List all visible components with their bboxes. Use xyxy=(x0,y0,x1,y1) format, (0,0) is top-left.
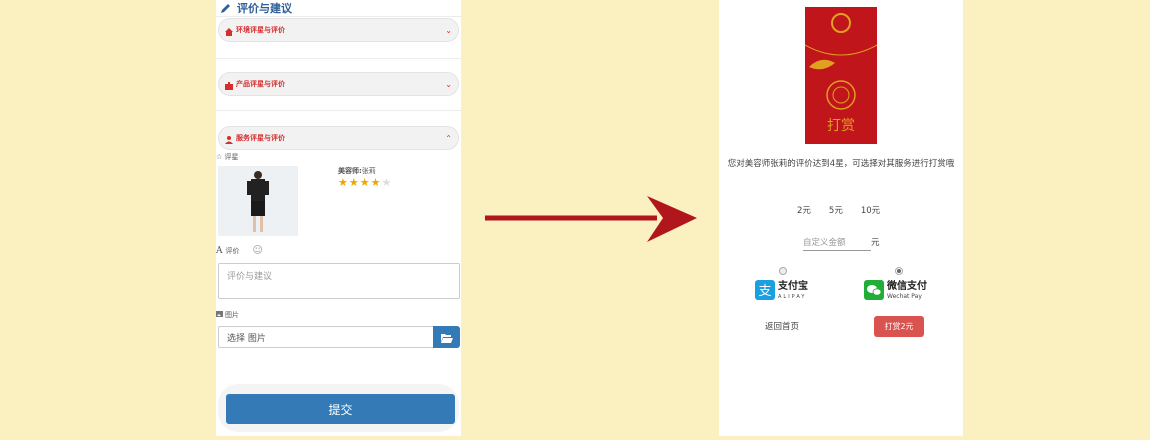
accordion-product[interactable]: 产品评星与评价 ⌄ xyxy=(218,72,459,96)
pencil-icon xyxy=(220,0,231,18)
accordion-label: 服务评星与评价 xyxy=(236,134,285,142)
folder-open-icon xyxy=(440,328,453,347)
divider xyxy=(216,110,461,111)
back-home-link[interactable]: 返回首页 xyxy=(765,320,799,332)
wechat-pay-icon xyxy=(864,280,884,304)
alipay-text: 支付宝 ALIPAY xyxy=(778,282,808,302)
smiley-icon[interactable]: ☺ xyxy=(253,245,263,256)
star-icon[interactable]: ★ xyxy=(338,177,348,188)
flow-arrow-icon xyxy=(485,196,697,248)
beautician-photo xyxy=(218,166,298,236)
red-envelope: 打赏 xyxy=(805,7,877,144)
alipay-icon: 支 xyxy=(755,280,775,304)
star-icon[interactable]: ★ xyxy=(382,177,392,188)
wechat-pay-option[interactable]: 微信支付 Wechat Pay xyxy=(864,280,927,304)
image-label-row: 图片 xyxy=(216,310,239,320)
form-title: 评价与建议 xyxy=(237,2,292,15)
beautician-prefix: 美容师: xyxy=(338,167,362,175)
alipay-option[interactable]: 支 支付宝 ALIPAY xyxy=(755,280,808,304)
wechat-sub: Wechat Pay xyxy=(887,293,922,300)
alipay-radio[interactable] xyxy=(779,267,787,275)
divider xyxy=(216,58,461,59)
amount-option[interactable]: 10元 xyxy=(861,204,880,216)
submit-button[interactable]: 提交 xyxy=(226,394,455,424)
svg-text:支: 支 xyxy=(758,284,771,299)
chevron-down-icon: ⌄ xyxy=(445,79,452,89)
home-icon xyxy=(225,21,233,40)
accordion-environment[interactable]: 环境评星与评价 ⌄ xyxy=(218,18,459,42)
amount-option[interactable]: 5元 xyxy=(829,204,843,216)
comment-label: 评价 xyxy=(225,246,240,255)
alipay-name: 支付宝 xyxy=(778,281,808,292)
accordion-service[interactable]: 服务评星与评价 ⌃ xyxy=(218,126,459,150)
wechat-radio[interactable] xyxy=(895,267,903,275)
submit-container: 提交 xyxy=(218,384,459,432)
custom-amount-input[interactable]: 自定义金额 xyxy=(803,236,871,251)
accordion-label: 产品评星与评价 xyxy=(236,80,285,88)
star-icon[interactable]: ★ xyxy=(371,177,381,188)
accordion-label: 环境评星与评价 xyxy=(236,26,285,34)
envelope-text: 打赏 xyxy=(827,118,855,134)
star-rating[interactable]: ★ ★ ★ ★ ★ xyxy=(338,177,391,188)
wechat-text: 微信支付 Wechat Pay xyxy=(887,282,927,302)
chevron-up-icon: ⌃ xyxy=(445,133,452,143)
file-input[interactable]: 选择 图片 xyxy=(218,326,433,348)
user-icon xyxy=(225,129,233,148)
form-header: 评价与建议 xyxy=(220,0,292,16)
amount-option[interactable]: 2元 xyxy=(797,204,811,216)
chevron-down-icon: ⌄ xyxy=(445,25,452,35)
amount-options: 2元 5元 10元 xyxy=(797,204,880,216)
image-label: 图片 xyxy=(225,311,239,319)
image-icon xyxy=(216,311,223,319)
wechat-name: 微信支付 xyxy=(887,281,927,292)
tip-message: 您对美容师张莉的评价达到4星，可选择对其服务进行打赏哦 xyxy=(727,159,955,169)
text-icon: A xyxy=(216,245,223,256)
star-icon[interactable]: ★ xyxy=(360,177,370,188)
browse-button[interactable] xyxy=(433,326,460,348)
comment-textarea[interactable]: 评价与建议 xyxy=(218,263,460,299)
rating-label: ☆ 评星 xyxy=(216,153,239,161)
radio-dot xyxy=(897,269,901,273)
currency-unit: 元 xyxy=(871,238,880,248)
rating-form-screen: 评价与建议 环境评星与评价 ⌄ 产品评星与评价 ⌄ 服务评星与评价 ⌃ ☆ 评星… xyxy=(216,0,461,436)
divider xyxy=(216,16,461,17)
comment-label-row: A 评价 ☺ xyxy=(216,245,263,256)
tip-button[interactable]: 打赏2元 xyxy=(874,316,924,337)
beautician-info: 美容师:张莉 xyxy=(338,166,376,176)
alipay-sub: ALIPAY xyxy=(778,294,807,300)
star-icon[interactable]: ★ xyxy=(349,177,359,188)
beautician-name: 张莉 xyxy=(361,167,376,175)
briefcase-icon xyxy=(225,75,233,94)
tip-screen: 打赏 您对美容师张莉的评价达到4星，可选择对其服务进行打赏哦 2元 5元 10元… xyxy=(719,0,963,436)
